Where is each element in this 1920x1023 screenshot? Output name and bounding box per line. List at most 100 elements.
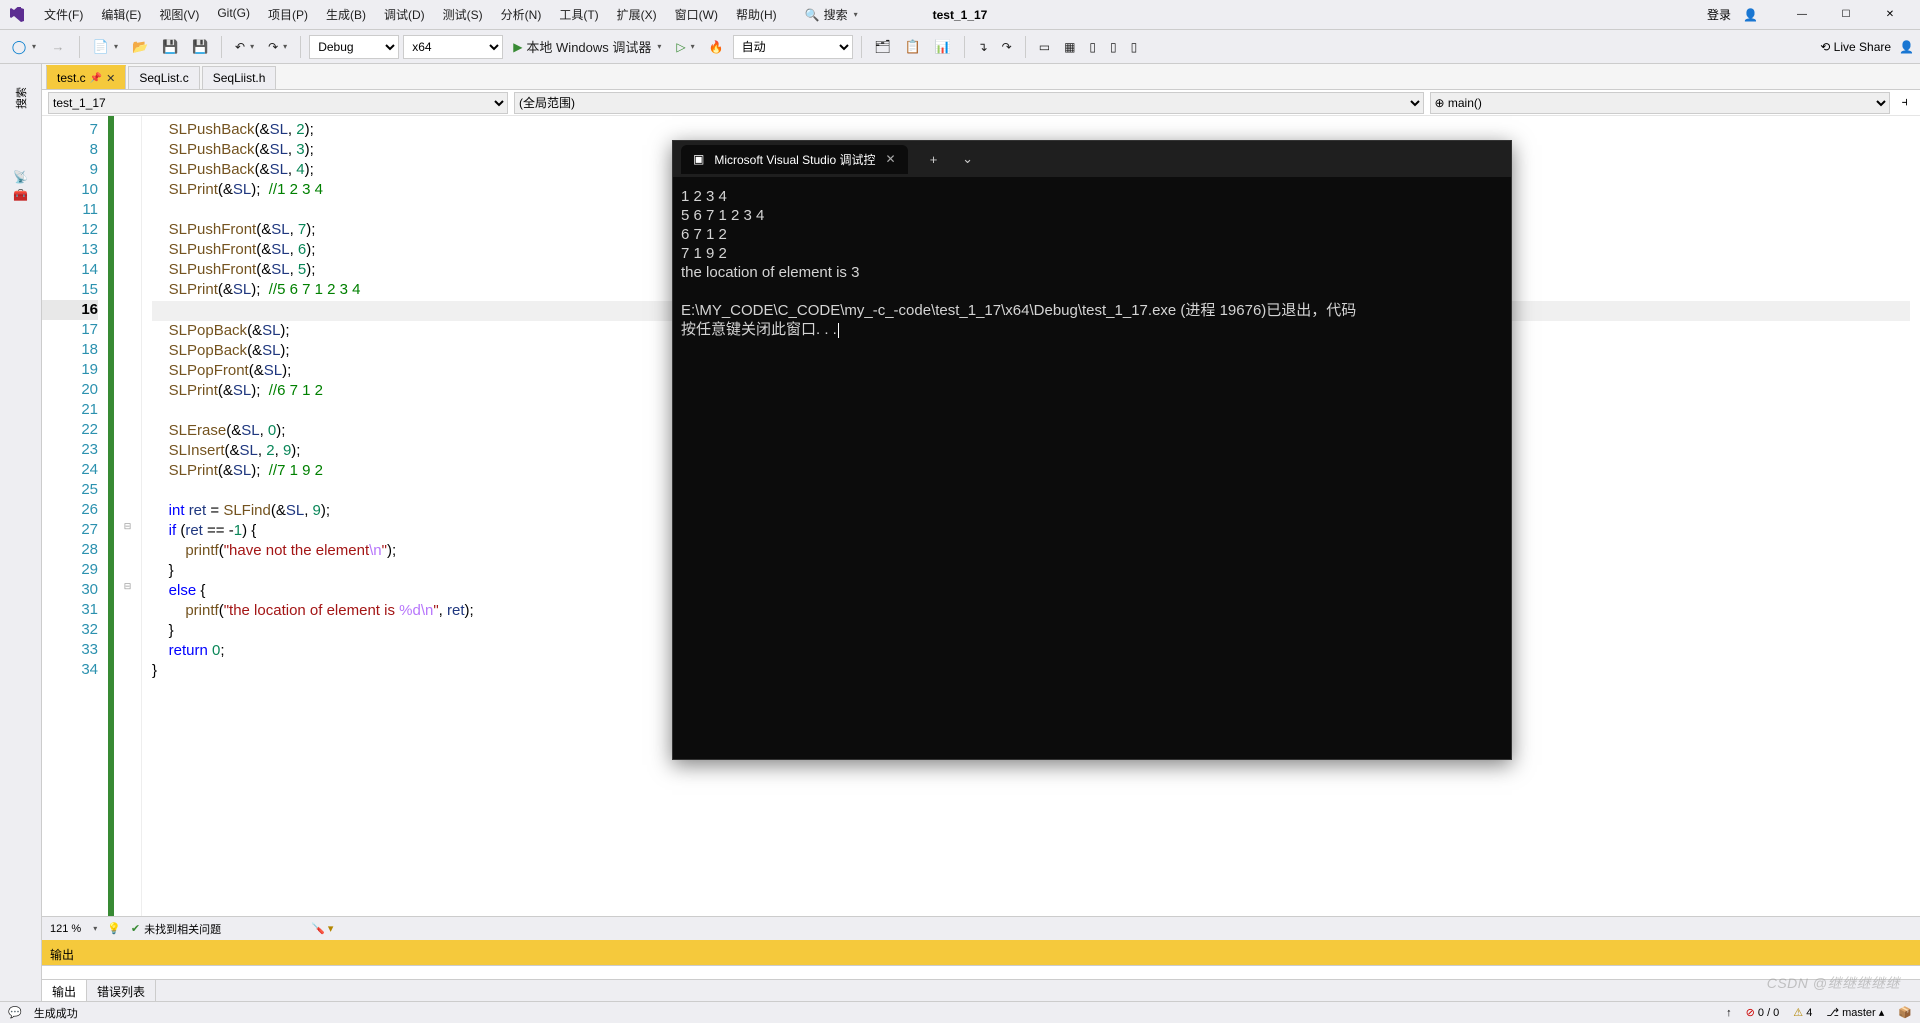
toolbar-icon-6[interactable]: ▯	[1084, 37, 1101, 57]
step-icon[interactable]: ↴	[973, 37, 993, 57]
editor-status-strip: 121 % ▾ 💡 ✔未找到相关问题 🪛 ▾	[42, 916, 1920, 940]
zoom-level[interactable]: 121 %	[50, 923, 81, 935]
save-button[interactable]: 💾	[157, 36, 183, 58]
toolbar-icon-1[interactable]: 🗂	[870, 36, 896, 58]
editor-tabs: test.c 📌 ✕ SeqList.c SeqLiist.h	[42, 64, 1920, 90]
menu-测试(S)[interactable]: 测试(S)	[435, 2, 491, 27]
scope-dropdown[interactable]: test_1_17	[48, 92, 508, 114]
warning-icon: ⚠	[1793, 1007, 1803, 1019]
main-toolbar: ◯▾ → 📄▾ 📂 💾 💾 ↶▾ ↷▾ Debug x64 ▶本地 Window…	[0, 30, 1920, 64]
watermark: CSDN @继继继继继	[1767, 973, 1900, 993]
issues-text: 未找到相关问题	[144, 921, 221, 937]
toolbar-icon-5[interactable]: ▦	[1059, 37, 1080, 57]
menu-Git(G)[interactable]: Git(G)	[209, 2, 258, 27]
branch-indicator[interactable]: ⎇ master ▴	[1826, 1006, 1884, 1019]
terminal-tab-close[interactable]: ✕	[886, 152, 896, 166]
new-file-button[interactable]: 📄▾	[88, 36, 123, 58]
menu-项目(P)[interactable]: 项目(P)	[260, 2, 316, 27]
tab-label: test.c	[57, 71, 86, 85]
left-tool-gutter: 搜索 📡 🧰	[0, 64, 42, 1001]
fold-gutter[interactable]: ⊟⊟	[114, 116, 142, 916]
debug-label: 本地 Windows 调试器	[526, 37, 651, 56]
terminal-tab-title: Microsoft Visual Studio 调试控	[714, 151, 875, 168]
pin-icon[interactable]: 📌	[90, 73, 102, 84]
check-icon: ✔	[131, 922, 140, 935]
split-editor-button[interactable]: ⫞	[1896, 92, 1915, 113]
repo-icon[interactable]: 📦	[1898, 1006, 1912, 1019]
left-gutter-label[interactable]: 搜索	[13, 87, 29, 109]
open-button[interactable]: 📂	[127, 36, 153, 58]
maximize-button[interactable]: ☐	[1824, 1, 1868, 29]
bottom-tab[interactable]: 输出	[42, 980, 87, 1001]
screwdriver-icon[interactable]: 🪛 ▾	[311, 922, 333, 935]
terminal-body[interactable]: 1 2 3 4 5 6 7 1 2 3 4 6 7 1 2 7 1 9 2 th…	[673, 177, 1511, 349]
tab-close[interactable]: ✕	[106, 72, 115, 85]
error-icon: ⊘	[1746, 1007, 1755, 1019]
bottom-tab-strip: 输出错误列表	[42, 979, 1920, 1001]
nav-fwd-button[interactable]: →	[45, 36, 71, 58]
terminal-dropdown[interactable]: ⌄	[954, 145, 982, 173]
menu-分析(N)[interactable]: 分析(N)	[493, 2, 550, 27]
user-icon[interactable]: 👤	[1743, 8, 1758, 22]
error-count: 0 / 0	[1758, 1007, 1779, 1019]
output-body[interactable]	[42, 965, 1920, 979]
menu-视图(V)[interactable]: 视图(V)	[151, 2, 207, 27]
bottom-tab[interactable]: 错误列表	[87, 980, 156, 1001]
chat-icon[interactable]: 💬	[8, 1006, 22, 1019]
minimize-button[interactable]: —	[1780, 1, 1824, 29]
menu-工具(T)[interactable]: 工具(T)	[551, 2, 606, 27]
title-search[interactable]: 🔍 搜索 ▾	[805, 6, 922, 23]
platform-select[interactable]: x64	[403, 35, 503, 59]
start-nodebug-button[interactable]: ▷▾	[671, 37, 699, 57]
vs-logo-icon	[8, 6, 26, 24]
config-select[interactable]: Debug	[309, 35, 399, 59]
chevron-down-icon: ▾	[854, 10, 858, 19]
file-tab[interactable]: test.c 📌 ✕	[46, 65, 126, 89]
output-header[interactable]: 输出	[42, 943, 1920, 965]
account-icon[interactable]: 👤	[1899, 40, 1914, 54]
file-tab[interactable]: SeqLiist.h	[202, 66, 277, 89]
toolbar-icon-2[interactable]: 📋	[900, 36, 926, 58]
code-nav-bar: test_1_17 (全局范围) ⊕ main() ⫞	[42, 90, 1920, 116]
search-input[interactable]	[862, 8, 922, 22]
vcs-up-icon[interactable]: ↑	[1726, 1007, 1732, 1019]
redo-button[interactable]: ↷▾	[263, 37, 292, 57]
menu-文件(F)[interactable]: 文件(F)	[36, 2, 91, 27]
toolbar-icon-3[interactable]: 📊	[930, 36, 956, 58]
liveshare-button[interactable]: ⟲ Live Share	[1820, 40, 1891, 54]
tab-label: SeqLiist.h	[213, 71, 266, 85]
build-status: 生成成功	[34, 1005, 78, 1021]
menu-扩展(X)[interactable]: 扩展(X)	[609, 2, 665, 27]
hot-reload-button[interactable]: 🔥	[704, 37, 729, 57]
save-all-button[interactable]: 💾	[187, 36, 213, 58]
auto-select[interactable]: 自动	[733, 35, 853, 59]
function-dropdown[interactable]: ⊕ main()	[1430, 92, 1890, 114]
terminal-new-tab[interactable]: +	[920, 145, 948, 173]
menu-调试(D)[interactable]: 调试(D)	[376, 2, 433, 27]
menu-编辑(E)[interactable]: 编辑(E)	[93, 2, 149, 27]
debug-console-window[interactable]: ▣ Microsoft Visual Studio 调试控 ✕ + ⌄ 1 2 …	[672, 140, 1512, 760]
file-tab[interactable]: SeqList.c	[128, 66, 199, 89]
toolbox-icon[interactable]: 🧰	[13, 188, 28, 202]
close-button[interactable]: ✕	[1868, 1, 1912, 29]
undo-button[interactable]: ↶▾	[230, 37, 259, 57]
menu-窗口(W)[interactable]: 窗口(W)	[667, 2, 726, 27]
toolbar-icon-7[interactable]: ▯	[1105, 37, 1122, 57]
toolbar-icon-8[interactable]: ▯	[1126, 37, 1143, 57]
nav-back-button[interactable]: ◯▾	[6, 36, 41, 58]
menu-帮助(H)[interactable]: 帮助(H)	[728, 2, 785, 27]
start-debug-button[interactable]: ▶本地 Windows 调试器▾	[507, 34, 667, 59]
lightbulb-icon[interactable]: 💡	[107, 922, 121, 935]
status-bar: 💬 生成成功 ↑ ⊘ 0 / 0 ⚠ 4 ⎇ master ▴ 📦	[0, 1001, 1920, 1023]
toolbar-icon-4[interactable]: ▭	[1034, 37, 1055, 57]
server-explorer-icon[interactable]: 📡	[13, 170, 28, 184]
login-link[interactable]: 登录	[1707, 6, 1731, 23]
terminal-tab[interactable]: ▣ Microsoft Visual Studio 调试控 ✕	[681, 145, 908, 174]
region-dropdown[interactable]: (全局范围)	[514, 92, 1424, 114]
terminal-titlebar[interactable]: ▣ Microsoft Visual Studio 调试控 ✕ + ⌄	[673, 141, 1511, 177]
menu-生成(B)[interactable]: 生成(B)	[318, 2, 374, 27]
line-number-gutter: 7891011121314151617181920212223242526272…	[42, 116, 114, 916]
search-label: 搜索	[824, 6, 848, 23]
step-over-icon[interactable]: ↷	[997, 37, 1017, 57]
terminal-icon: ▣	[693, 152, 704, 166]
